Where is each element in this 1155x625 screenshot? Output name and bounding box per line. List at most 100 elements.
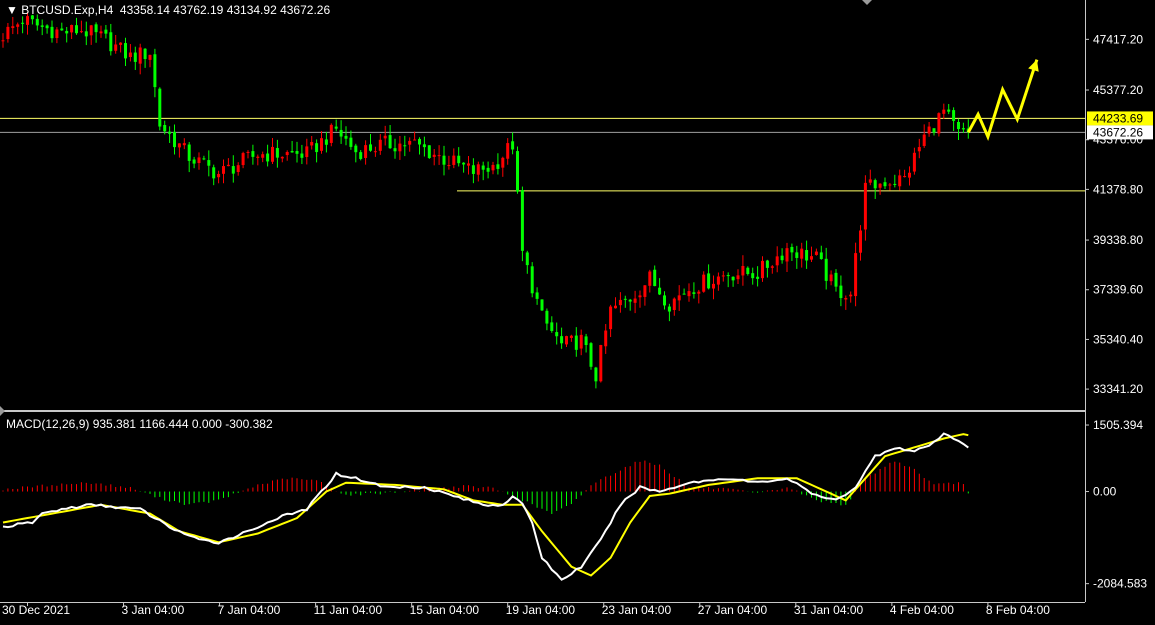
- candle-body: [432, 154, 436, 157]
- candle-body: [623, 298, 627, 300]
- candle: [261, 151, 265, 163]
- candle: [427, 145, 431, 159]
- candle-body: [256, 156, 260, 158]
- candle-body: [295, 151, 299, 154]
- candle-body: [418, 138, 421, 145]
- candle-body: [290, 151, 294, 153]
- candle: [491, 161, 495, 175]
- candle: [471, 158, 475, 184]
- candle: [300, 144, 304, 165]
- candle: [168, 126, 172, 143]
- candle: [520, 186, 524, 262]
- candle: [658, 278, 662, 296]
- candle-body: [75, 25, 78, 34]
- candle: [800, 242, 804, 268]
- candle-body: [50, 26, 54, 39]
- candle-body: [682, 293, 686, 295]
- candle: [315, 139, 319, 163]
- candle-body: [912, 152, 916, 172]
- time-tick-label: 15 Jan 04:00: [410, 603, 480, 617]
- candle: [618, 292, 622, 313]
- candle: [589, 342, 593, 370]
- candle-body: [648, 271, 652, 286]
- candle-body: [800, 248, 804, 259]
- time-tick-label: 27 Jan 04:00: [698, 603, 768, 617]
- candle-body: [26, 16, 29, 25]
- candle: [109, 23, 113, 56]
- candle: [373, 146, 377, 157]
- candle-body: [805, 250, 809, 261]
- candle-body: [104, 29, 108, 34]
- candle: [839, 275, 843, 307]
- candle-body: [761, 260, 764, 279]
- candle-body: [187, 144, 191, 161]
- dropdown-icon[interactable]: ▼: [6, 3, 21, 17]
- candle: [653, 265, 657, 287]
- candle-body: [501, 157, 505, 168]
- candle-body: [442, 155, 446, 165]
- candle: [75, 17, 78, 35]
- candle-body: [124, 43, 127, 59]
- candle: [60, 22, 64, 31]
- candle-body: [79, 31, 83, 33]
- candle-body: [339, 129, 343, 137]
- candle: [834, 269, 838, 292]
- candle: [236, 162, 240, 176]
- candle: [290, 140, 294, 153]
- candle: [633, 290, 637, 314]
- candle-body: [1, 40, 5, 42]
- forecast-arrow[interactable]: [966, 59, 1039, 141]
- shift-marker-icon[interactable]: [862, 0, 872, 5]
- candle: [119, 42, 123, 53]
- candle-body: [261, 154, 265, 158]
- candle-body: [35, 18, 39, 26]
- candle: [251, 144, 255, 165]
- time-tick-label: 30 Dec 2021: [2, 603, 70, 617]
- candle: [516, 146, 519, 194]
- candle: [476, 161, 480, 182]
- candle: [158, 87, 162, 131]
- candle-body: [143, 48, 147, 60]
- candle-body: [545, 310, 549, 324]
- price-tick-label: 35340.40: [1093, 332, 1143, 346]
- chart-canvas[interactable]: 47417.2045377.2043376.0041378.8039338.80…: [0, 0, 1155, 620]
- candle: [751, 267, 755, 285]
- chart-window[interactable]: 47417.20 45377.20 43376.00 41378.80 39338.80…: [0, 0, 1155, 620]
- candle: [844, 295, 848, 310]
- candle-body: [168, 131, 172, 134]
- price-tick-label: 39338.80: [1093, 233, 1143, 247]
- candle: [16, 22, 20, 35]
- candle-body: [226, 164, 230, 167]
- candle: [785, 242, 789, 273]
- candle: [775, 246, 779, 273]
- candle-body: [633, 298, 637, 303]
- candle-body: [271, 146, 274, 162]
- candle-body: [119, 42, 123, 45]
- candle: [697, 289, 701, 304]
- candle: [153, 48, 157, 98]
- candle: [648, 269, 652, 293]
- candle: [50, 20, 54, 43]
- candle-body: [868, 179, 872, 183]
- candle-body: [932, 128, 936, 133]
- candle-body: [942, 109, 946, 114]
- price-plot: [0, 12, 1085, 389]
- candle: [398, 135, 402, 160]
- candle: [182, 138, 186, 150]
- candle: [614, 297, 617, 309]
- candle: [623, 295, 627, 308]
- candle: [334, 119, 338, 132]
- candle: [922, 124, 926, 148]
- candle-body: [540, 299, 544, 311]
- candle-body: [609, 306, 613, 330]
- candle: [324, 131, 328, 153]
- price-tick-label: 41378.80: [1093, 182, 1143, 196]
- candle: [790, 243, 794, 261]
- candle: [305, 138, 309, 165]
- candle-body: [148, 54, 152, 60]
- candle: [133, 46, 137, 70]
- candle-body: [280, 156, 284, 159]
- candle: [378, 133, 382, 155]
- candle: [908, 166, 911, 186]
- candle-body: [780, 255, 784, 261]
